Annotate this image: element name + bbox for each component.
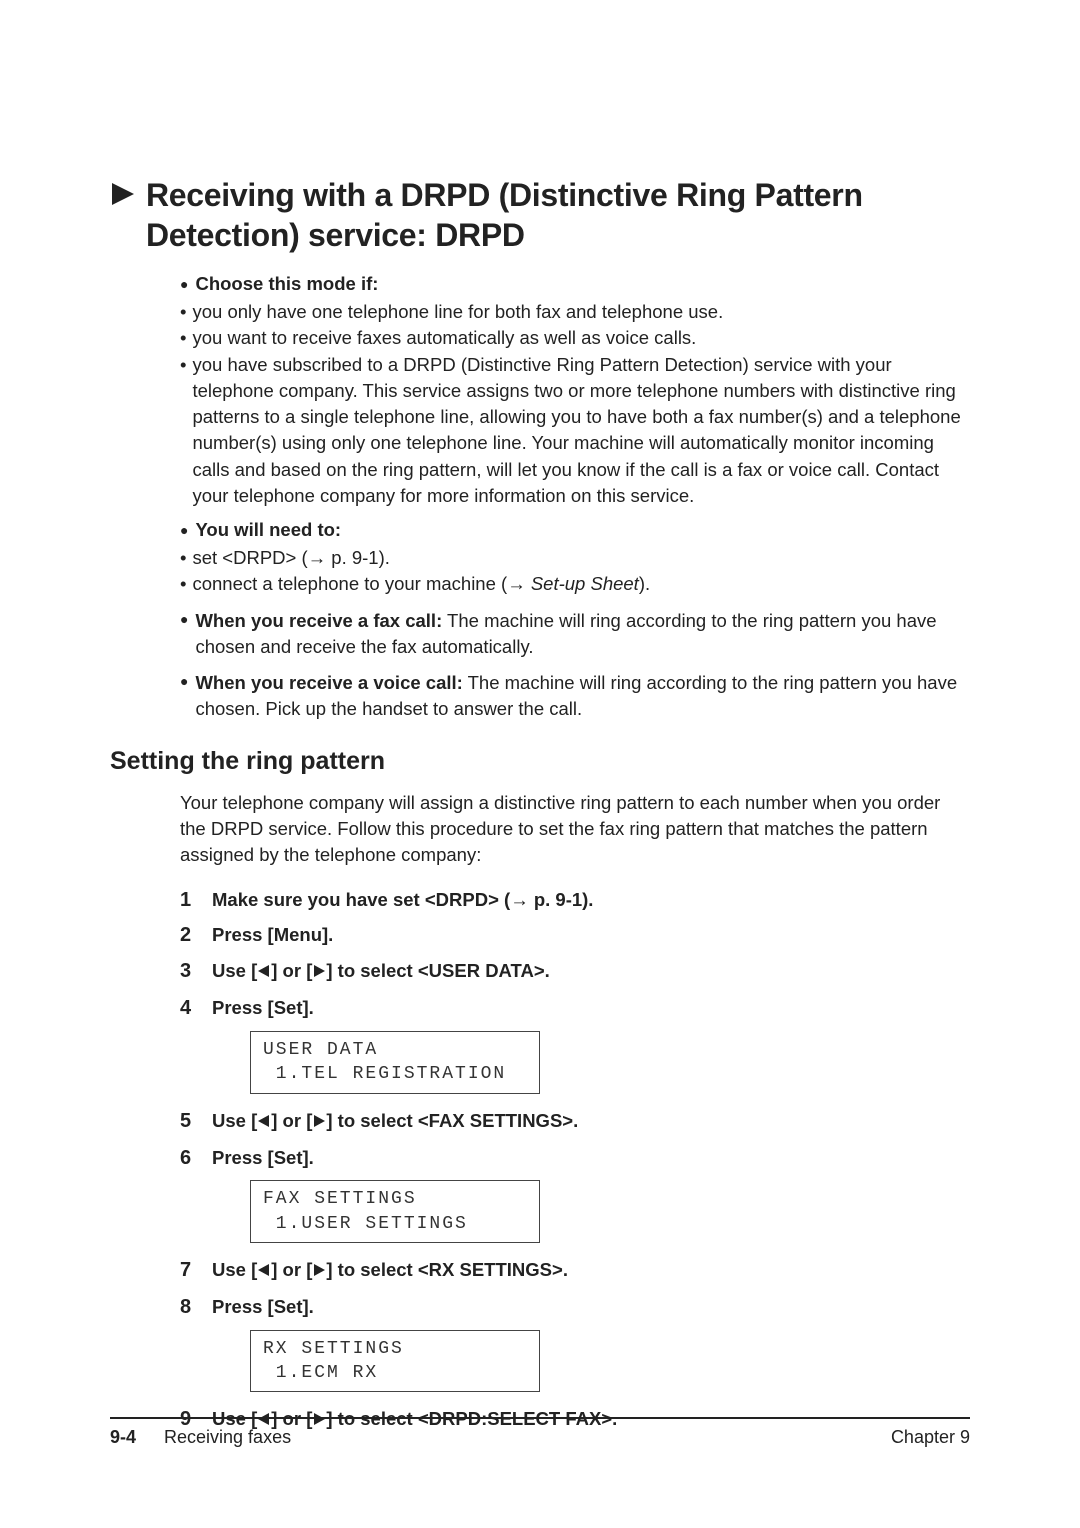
bullet-heading-text: You will need to: xyxy=(195,519,341,541)
bullet-dot-icon: ● xyxy=(180,522,188,538)
lcd-display: USER DATA 1.TEL REGISTRATION xyxy=(250,1031,540,1094)
triangle-right-icon xyxy=(312,1109,326,1135)
step: 4 Press [Set]. xyxy=(110,995,970,1021)
step-number: 3 xyxy=(180,960,212,983)
step-text: Press [Set]. xyxy=(212,1145,314,1171)
text-bold: When you receive a voice call: xyxy=(195,672,462,693)
middot-icon: • xyxy=(180,352,186,378)
step-text: Make sure you have set <DRPD> (→ p. 9-1)… xyxy=(212,887,593,913)
text-fragment: ] or [ xyxy=(271,1259,312,1280)
step-number: 4 xyxy=(180,997,212,1020)
content-body: ● Choose this mode if: • you only have o… xyxy=(110,273,970,723)
text-fragment: ] to select <FAX SETTINGS>. xyxy=(326,1110,578,1131)
text-fragment: Use [ xyxy=(212,1259,257,1280)
step-number: 2 xyxy=(180,924,212,947)
triangle-right-icon xyxy=(312,1258,326,1284)
footer-chapter: Chapter 9 xyxy=(891,1427,970,1448)
footer-section: Receiving faxes xyxy=(164,1427,291,1448)
step-text: Use [ ] or [ ] to select <USER DATA>. xyxy=(212,958,550,985)
text-fragment: ] to select <RX SETTINGS>. xyxy=(326,1259,568,1280)
list-item: • set <DRPD> (→ p. 9-1). xyxy=(180,545,970,571)
step: 1 Make sure you have set <DRPD> (→ p. 9-… xyxy=(110,887,970,913)
bullet-dot-icon: ● xyxy=(180,276,188,292)
bullet-heading-text: Choose this mode if: xyxy=(195,273,378,295)
page-footer: 9-4 Receiving faxes Chapter 9 xyxy=(110,1417,970,1448)
text-fragment: set <DRPD> ( xyxy=(192,547,307,568)
step: 8 Press [Set]. xyxy=(110,1294,970,1320)
bullet-dot-icon: ● xyxy=(180,610,188,630)
step-number: 6 xyxy=(180,1147,212,1170)
step: 7 Use [ ] or [ ] to select <RX SETTINGS>. xyxy=(110,1257,970,1284)
step-text: Use [ ] or [ ] to select <RX SETTINGS>. xyxy=(212,1257,568,1284)
triangle-left-icon xyxy=(257,1109,271,1135)
text-fragment: p. 9-1). xyxy=(529,889,594,910)
page-number: 9-4 xyxy=(110,1427,136,1448)
bullet-heading: ● You will need to: xyxy=(180,519,970,541)
step: 2 Press [Menu]. xyxy=(110,922,970,948)
step-number: 7 xyxy=(180,1259,212,1282)
text-fragment: Make sure you have set <DRPD> ( xyxy=(212,889,510,910)
text-bold: When you receive a fax call: xyxy=(195,610,442,631)
arrow-right-icon: → xyxy=(308,545,327,571)
arrow-right-icon: → xyxy=(507,571,526,597)
middot-icon: • xyxy=(180,299,186,325)
text-fragment: connect a telephone to your machine ( xyxy=(192,573,507,594)
step-text: Press [Menu]. xyxy=(212,922,333,948)
lcd-display: RX SETTINGS 1.ECM RX xyxy=(250,1330,540,1393)
list-item-text: you have subscribed to a DRPD (Distincti… xyxy=(192,352,970,510)
triangle-left-icon xyxy=(257,1258,271,1284)
bullet-paragraph: ● When you receive a fax call: The machi… xyxy=(180,608,970,661)
text-fragment: ] or [ xyxy=(271,1110,312,1131)
text-fragment: ] or [ xyxy=(271,960,312,981)
paragraph-text: When you receive a fax call: The machine… xyxy=(195,608,970,661)
bullet-dot-icon: ● xyxy=(180,672,188,692)
list-item: • connect a telephone to your machine (→… xyxy=(180,571,970,597)
text-italic: Set-up Sheet xyxy=(531,573,639,594)
list-item: • you have subscribed to a DRPD (Distinc… xyxy=(180,352,970,510)
list-item-text: set <DRPD> (→ p. 9-1). xyxy=(192,545,970,571)
middot-icon: • xyxy=(180,325,186,351)
step-number: 1 xyxy=(180,889,212,912)
step-text: Press [Set]. xyxy=(212,995,314,1021)
lcd-display: FAX SETTINGS 1.USER SETTINGS xyxy=(250,1180,540,1243)
step-number: 5 xyxy=(180,1110,212,1133)
play-triangle-icon xyxy=(110,181,136,212)
bullet-heading: ● Choose this mode if: xyxy=(180,273,970,295)
text-fragment: ). xyxy=(639,573,650,594)
step-text: Press [Set]. xyxy=(212,1294,314,1320)
step: 3 Use [ ] or [ ] to select <USER DATA>. xyxy=(110,958,970,985)
page-title: Receiving with a DRPD (Distinctive Ring … xyxy=(146,175,970,255)
triangle-left-icon xyxy=(257,959,271,985)
step: 5 Use [ ] or [ ] to select <FAX SETTINGS>. xyxy=(110,1108,970,1135)
arrow-right-icon: → xyxy=(510,887,529,913)
intro-paragraph: Your telephone company will assign a dis… xyxy=(110,790,970,869)
text-fragment: p. 9-1). xyxy=(326,547,390,568)
list-item-text: you want to receive faxes automatically … xyxy=(192,325,970,351)
section-header: Receiving with a DRPD (Distinctive Ring … xyxy=(110,175,970,255)
paragraph-text: When you receive a voice call: The machi… xyxy=(195,670,970,723)
bullet-paragraph: ● When you receive a voice call: The mac… xyxy=(180,670,970,723)
footer-spacer xyxy=(291,1427,891,1448)
list-item: • you want to receive faxes automaticall… xyxy=(180,325,970,351)
list-item-text: connect a telephone to your machine (→ S… xyxy=(192,571,970,597)
list-item: • you only have one telephone line for b… xyxy=(180,299,970,325)
middot-icon: • xyxy=(180,545,186,571)
step-number: 8 xyxy=(180,1296,212,1319)
text-fragment: Use [ xyxy=(212,960,257,981)
step-text: Use [ ] or [ ] to select <FAX SETTINGS>. xyxy=(212,1108,578,1135)
triangle-right-icon xyxy=(312,959,326,985)
list-item-text: you only have one telephone line for bot… xyxy=(192,299,970,325)
subsection-heading: Setting the ring pattern xyxy=(110,747,970,776)
text-fragment: ] to select <USER DATA>. xyxy=(326,960,549,981)
text-fragment: Use [ xyxy=(212,1110,257,1131)
step: 6 Press [Set]. xyxy=(110,1145,970,1171)
middot-icon: • xyxy=(180,571,186,597)
